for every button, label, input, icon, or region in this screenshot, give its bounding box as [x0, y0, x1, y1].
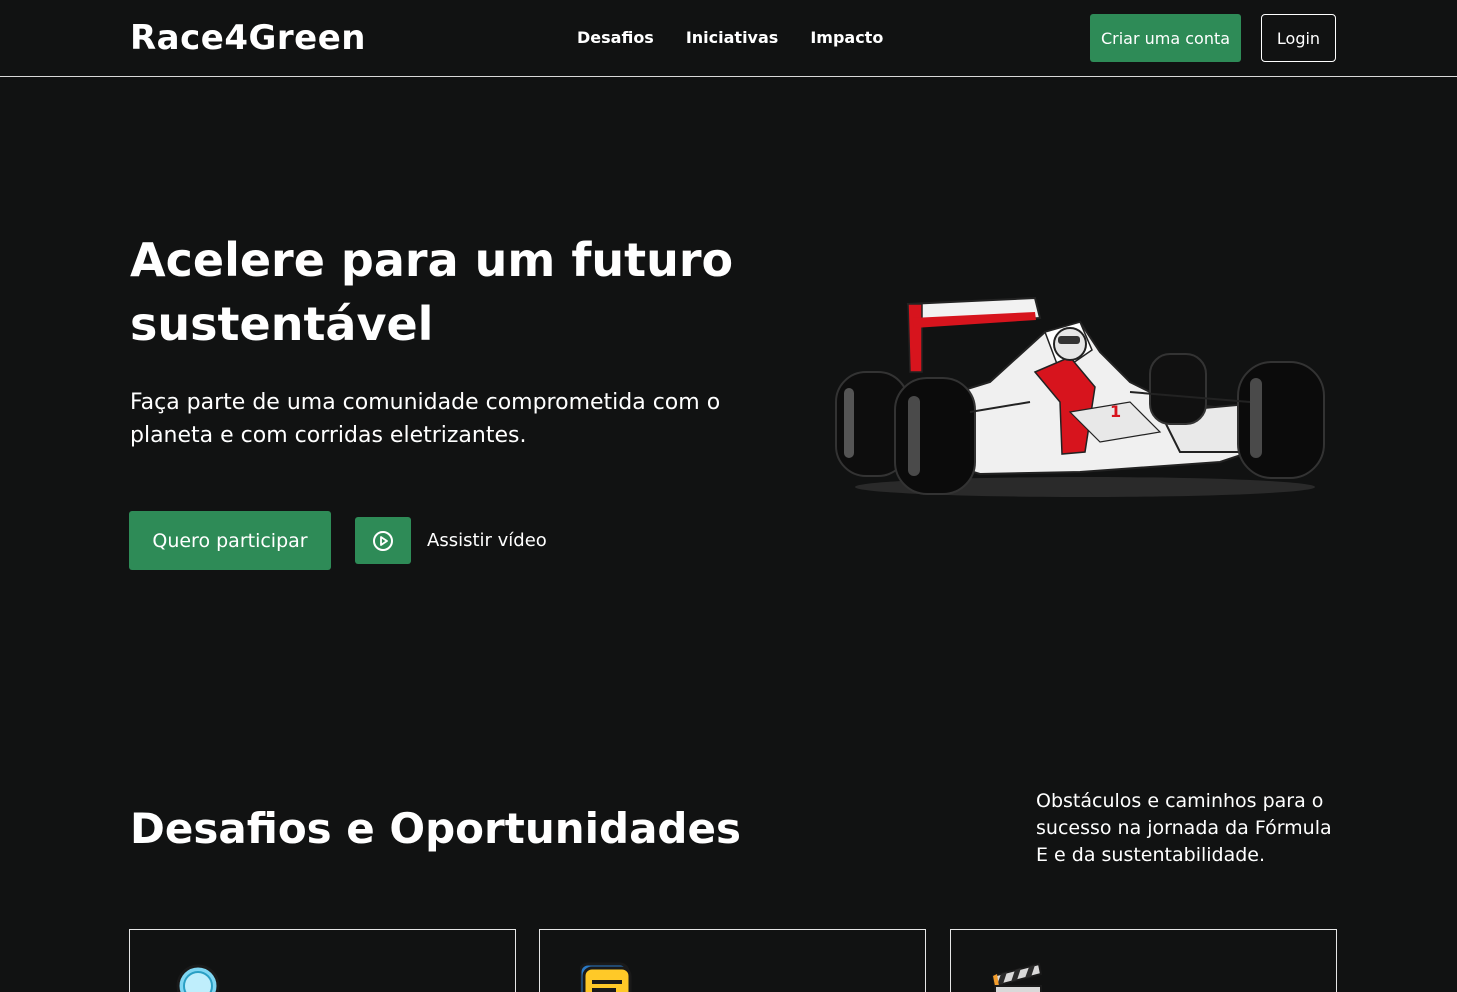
login-button[interactable]: Login — [1261, 14, 1336, 62]
challenge-card[interactable] — [950, 929, 1337, 992]
chat-bubble-icon — [580, 962, 632, 992]
magnifier-icon — [176, 964, 220, 992]
main-nav: Desafios Iniciativas Impacto — [577, 28, 883, 47]
race-car-illustration: 1 — [835, 296, 1325, 497]
play-circle-icon — [373, 530, 393, 551]
watch-video-link[interactable]: Assistir vídeo — [427, 530, 547, 551]
section-description: Obstáculos e caminhos para o sucesso na … — [1036, 790, 1332, 866]
hero-subtitle: Faça parte de uma comunidade comprometid… — [130, 390, 721, 448]
section-title: Desafios e Oportunidades — [130, 804, 741, 853]
hero-title: Acelere para um futuro sustentável — [130, 233, 734, 351]
create-account-button[interactable]: Criar uma conta — [1090, 14, 1241, 62]
nav-link-iniciativas[interactable]: Iniciativas — [686, 28, 778, 47]
nav-link-desafios[interactable]: Desafios — [577, 28, 654, 47]
site-header: Race4Green Desafios Iniciativas Impacto … — [0, 0, 1457, 77]
challenge-card[interactable] — [129, 929, 516, 992]
nav-link-impacto[interactable]: Impacto — [810, 28, 883, 47]
challenge-card[interactable] — [539, 929, 926, 992]
logo[interactable]: Race4Green — [130, 18, 366, 58]
svg-text:1: 1 — [1110, 402, 1121, 421]
join-button[interactable]: Quero participar — [129, 511, 331, 570]
play-video-button[interactable] — [355, 517, 411, 564]
clapperboard-icon — [991, 962, 1043, 992]
